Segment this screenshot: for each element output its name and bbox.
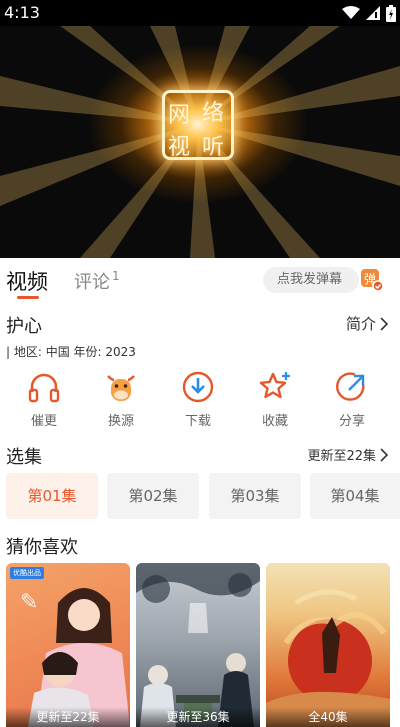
svg-text:✎: ✎ xyxy=(20,590,38,615)
show-title: 护心 xyxy=(6,316,42,337)
logo-char: 络 xyxy=(202,101,225,126)
action-bar: 催更 换源 下载 收藏 分享 xyxy=(0,370,400,432)
status-bar: 4:13 xyxy=(0,0,400,26)
recommend-card[interactable]: 全40集 xyxy=(266,563,390,727)
status-icons xyxy=(342,4,396,22)
share-button[interactable]: 分享 xyxy=(322,370,382,429)
recommend-card[interactable]: ✎ 优酷出品 更新至22集 xyxy=(6,563,130,727)
comment-count: 1 xyxy=(112,269,120,283)
card-status: 更新至36集 xyxy=(136,707,260,727)
wifi-icon xyxy=(342,6,360,19)
chevron-right-icon xyxy=(380,316,388,331)
video-player[interactable]: 网 络 视 听 xyxy=(0,26,400,258)
logo-char: 网 xyxy=(168,103,191,128)
switch-source-button[interactable]: 换源 xyxy=(91,370,151,429)
episode-chip[interactable]: 第03集 xyxy=(209,473,301,519)
remind-update-button[interactable]: 催更 xyxy=(14,370,74,429)
broadcast-logo: 网 络 视 听 xyxy=(162,90,234,160)
episode-chip[interactable]: 第02集 xyxy=(107,473,199,519)
action-label: 换源 xyxy=(107,414,134,429)
action-label: 催更 xyxy=(30,414,57,429)
action-label: 收藏 xyxy=(261,414,288,429)
cow-icon xyxy=(107,375,135,401)
show-meta: | 地区: 中国 年份: 2023 xyxy=(6,345,136,359)
tab-active-indicator xyxy=(17,296,39,299)
action-label: 分享 xyxy=(338,414,365,429)
signal-icon xyxy=(366,6,380,20)
intro-button[interactable]: 简介 xyxy=(346,313,388,334)
download-icon xyxy=(182,371,214,403)
logo-char: 视 xyxy=(168,135,191,160)
tabs-row: 视频 评论 1 点我发弹幕 弹 xyxy=(0,258,400,302)
episodes-update-label: 更新至22集 xyxy=(307,449,376,464)
status-time: 4:13 xyxy=(4,3,40,22)
poster-image xyxy=(136,563,260,727)
download-button[interactable]: 下载 xyxy=(168,370,228,429)
episodes-heading: 选集 xyxy=(6,447,42,468)
share-icon xyxy=(336,372,365,401)
poster-image: ✎ xyxy=(20,588,130,727)
chevron-right-icon xyxy=(380,447,388,462)
episode-chip[interactable]: 第01集 xyxy=(6,473,98,519)
tab-comment[interactable]: 评论 xyxy=(74,268,110,294)
battery-icon xyxy=(386,4,396,22)
favorite-button[interactable]: 收藏 xyxy=(245,370,305,429)
headphones-icon xyxy=(28,373,60,403)
danmu-input[interactable]: 点我发弹幕 xyxy=(263,267,359,293)
poster-image xyxy=(266,589,390,727)
danmu-toggle-icon[interactable]: 弹 xyxy=(361,269,383,291)
episodes-more-button[interactable]: 更新至22集 xyxy=(307,445,388,464)
recommend-heading: 猜你喜欢 xyxy=(6,537,78,558)
intro-label: 简介 xyxy=(345,315,376,333)
episode-chip[interactable]: 第04集 xyxy=(310,473,400,519)
card-status: 更新至22集 xyxy=(6,707,130,727)
card-status: 全40集 xyxy=(266,707,390,727)
logo-char: 听 xyxy=(202,135,225,160)
action-label: 下载 xyxy=(184,414,211,429)
card-badge: 优酷出品 xyxy=(10,567,44,579)
star-icon xyxy=(259,372,290,399)
tab-video[interactable]: 视频 xyxy=(6,266,48,296)
recommend-card[interactable]: 更新至36集 xyxy=(136,563,260,727)
